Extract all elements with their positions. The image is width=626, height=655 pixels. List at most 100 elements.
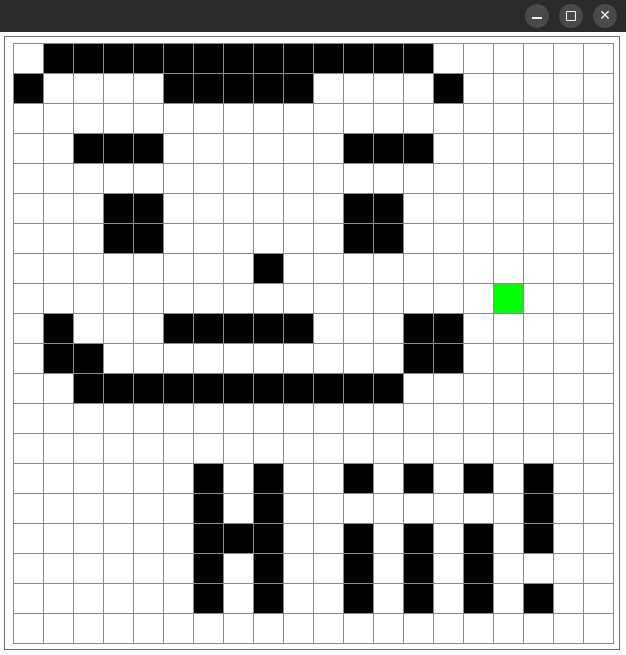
grid-cell[interactable] xyxy=(374,134,404,164)
grid-cell[interactable] xyxy=(44,254,74,284)
grid-cell[interactable] xyxy=(314,104,344,134)
grid-cell[interactable] xyxy=(44,164,74,194)
grid-cell[interactable] xyxy=(464,344,494,374)
grid-cell[interactable] xyxy=(194,74,224,104)
grid-cell[interactable] xyxy=(584,134,614,164)
grid-cell[interactable] xyxy=(14,554,44,584)
grid-cell[interactable] xyxy=(44,344,74,374)
grid-cell[interactable] xyxy=(164,434,194,464)
grid-cell[interactable] xyxy=(14,524,44,554)
grid-cell[interactable] xyxy=(584,404,614,434)
grid-cell[interactable] xyxy=(134,284,164,314)
grid-cell[interactable] xyxy=(524,584,554,614)
grid-cell[interactable] xyxy=(14,584,44,614)
grid-cell[interactable] xyxy=(344,494,374,524)
grid-cell[interactable] xyxy=(434,344,464,374)
grid-cell[interactable] xyxy=(254,164,284,194)
grid-cell[interactable] xyxy=(14,374,44,404)
grid-cell[interactable] xyxy=(374,224,404,254)
grid-cell[interactable] xyxy=(524,524,554,554)
grid-cell[interactable] xyxy=(374,314,404,344)
grid-cell[interactable] xyxy=(494,374,524,404)
grid-cell[interactable] xyxy=(284,164,314,194)
grid-cell[interactable] xyxy=(44,404,74,434)
grid-cell[interactable] xyxy=(374,164,404,194)
grid-cell[interactable] xyxy=(104,194,134,224)
grid-cell[interactable] xyxy=(104,434,134,464)
grid-cell[interactable] xyxy=(434,284,464,314)
grid-cell[interactable] xyxy=(134,464,164,494)
grid-cell[interactable] xyxy=(404,554,434,584)
grid-cell[interactable] xyxy=(344,104,374,134)
grid-cell[interactable] xyxy=(554,194,584,224)
grid-cell[interactable] xyxy=(404,524,434,554)
grid-cell[interactable] xyxy=(344,524,374,554)
grid-cell[interactable] xyxy=(224,584,254,614)
grid-cell[interactable] xyxy=(344,74,374,104)
grid-cell[interactable] xyxy=(434,614,464,644)
grid-cell[interactable] xyxy=(284,434,314,464)
grid-cell[interactable] xyxy=(494,44,524,74)
grid-cell[interactable] xyxy=(374,284,404,314)
grid-cell[interactable] xyxy=(284,134,314,164)
grid-cell[interactable] xyxy=(464,584,494,614)
grid-cell[interactable] xyxy=(494,164,524,194)
grid-cell[interactable] xyxy=(14,74,44,104)
grid-cell[interactable] xyxy=(434,524,464,554)
grid-cell[interactable] xyxy=(74,104,104,134)
grid-cell[interactable] xyxy=(284,74,314,104)
grid-cell[interactable] xyxy=(284,584,314,614)
grid-cell[interactable] xyxy=(494,224,524,254)
grid-cell[interactable] xyxy=(374,194,404,224)
grid-cell[interactable] xyxy=(104,284,134,314)
grid-cell[interactable] xyxy=(284,464,314,494)
grid-cell[interactable] xyxy=(194,44,224,74)
grid-cell[interactable] xyxy=(254,524,284,554)
grid-cell[interactable] xyxy=(344,164,374,194)
grid-cell[interactable] xyxy=(164,554,194,584)
grid-cell[interactable] xyxy=(134,344,164,374)
grid-cell[interactable] xyxy=(134,494,164,524)
grid-cell[interactable] xyxy=(254,584,284,614)
grid-cell[interactable] xyxy=(44,554,74,584)
grid-cell[interactable] xyxy=(14,224,44,254)
grid-cell[interactable] xyxy=(404,134,434,164)
grid-cell[interactable] xyxy=(464,434,494,464)
grid-cell[interactable] xyxy=(344,284,374,314)
grid-cell[interactable] xyxy=(14,494,44,524)
grid-cell[interactable] xyxy=(404,434,434,464)
grid-cell[interactable] xyxy=(104,494,134,524)
grid-cell[interactable] xyxy=(344,344,374,374)
grid-cell[interactable] xyxy=(74,164,104,194)
grid-cell[interactable] xyxy=(554,134,584,164)
grid-cell[interactable] xyxy=(164,524,194,554)
grid-cell[interactable] xyxy=(104,554,134,584)
grid-cell[interactable] xyxy=(404,494,434,524)
grid-cell[interactable] xyxy=(14,614,44,644)
grid-cell[interactable] xyxy=(254,194,284,224)
grid-cell[interactable] xyxy=(494,74,524,104)
grid-cell[interactable] xyxy=(44,434,74,464)
grid-cell[interactable] xyxy=(404,194,434,224)
grid-cell[interactable] xyxy=(314,224,344,254)
grid-cell[interactable] xyxy=(524,494,554,524)
grid-cell[interactable] xyxy=(524,164,554,194)
grid-cell[interactable] xyxy=(584,164,614,194)
grid-cell[interactable] xyxy=(464,284,494,314)
grid-cell[interactable] xyxy=(314,374,344,404)
grid-cell[interactable] xyxy=(524,224,554,254)
grid-cell[interactable] xyxy=(584,494,614,524)
grid-cell[interactable] xyxy=(284,284,314,314)
grid-cell[interactable] xyxy=(464,494,494,524)
grid-cell[interactable] xyxy=(44,74,74,104)
grid-cell[interactable] xyxy=(524,314,554,344)
grid-cell[interactable] xyxy=(464,404,494,434)
grid-cell[interactable] xyxy=(74,254,104,284)
grid-cell[interactable] xyxy=(584,584,614,614)
grid-cell[interactable] xyxy=(164,194,194,224)
grid-cell[interactable] xyxy=(44,374,74,404)
grid-cell[interactable] xyxy=(194,254,224,284)
grid-cell[interactable] xyxy=(224,404,254,434)
grid-cell[interactable] xyxy=(374,74,404,104)
grid-cell[interactable] xyxy=(404,104,434,134)
